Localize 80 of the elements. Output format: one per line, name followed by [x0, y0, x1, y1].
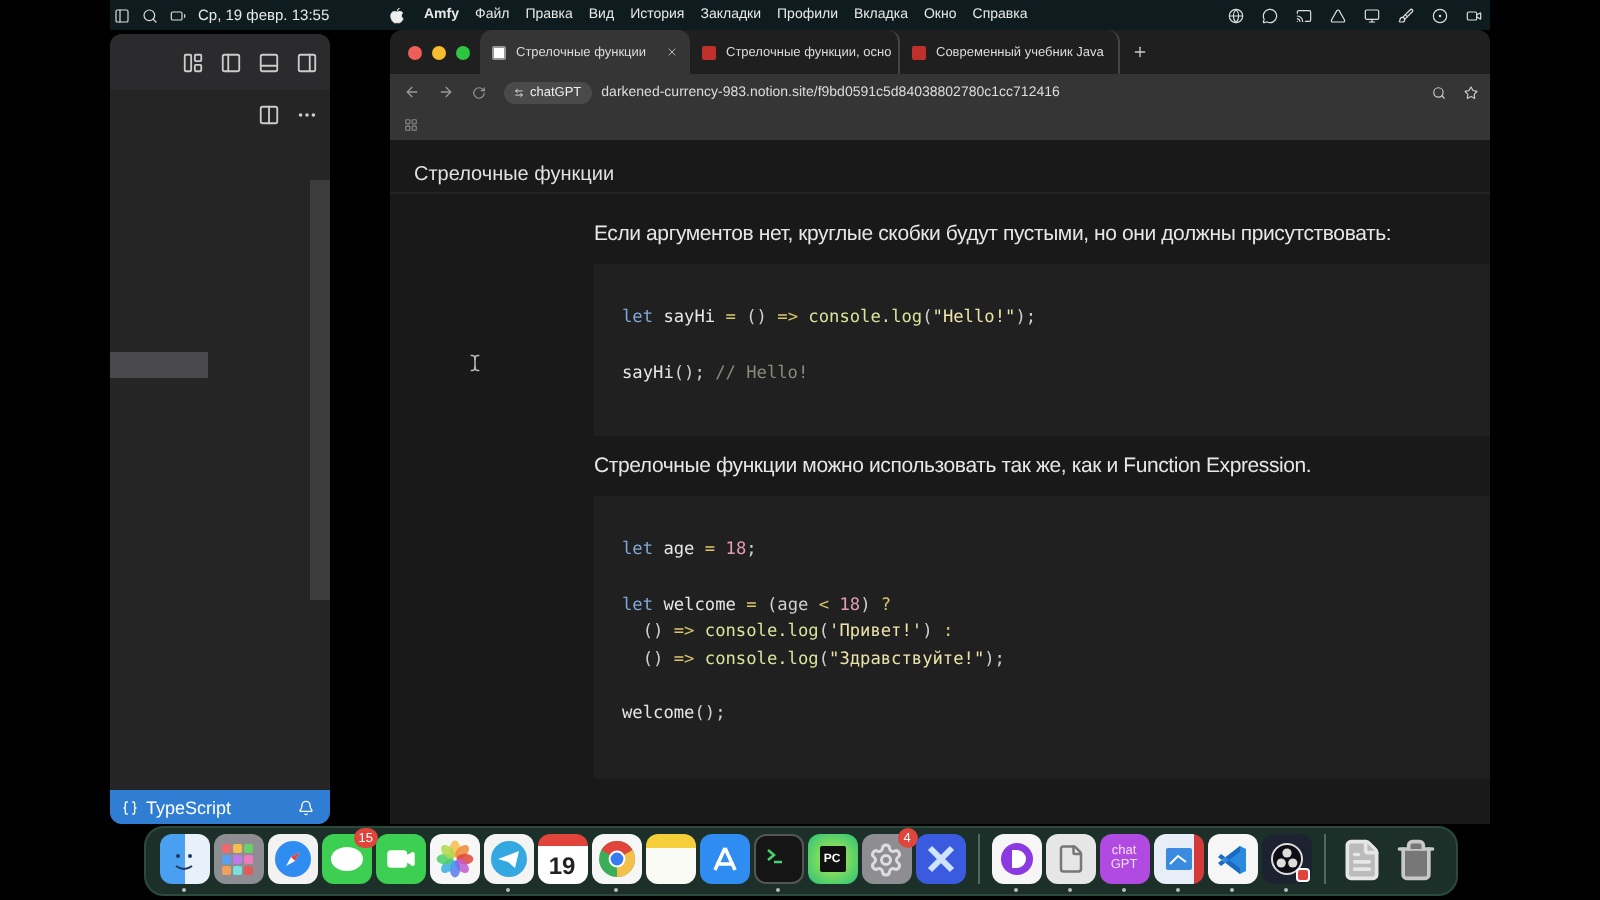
panel-bottom-icon[interactable]: [258, 51, 280, 73]
battery-icon[interactable]: [170, 7, 186, 23]
speech-bubble-icon: [329, 845, 363, 873]
scrollbar[interactable]: [310, 180, 330, 600]
record-indicator: [1295, 868, 1309, 882]
document-icon: [1340, 837, 1384, 881]
letter-a-icon: [709, 844, 739, 874]
panel-right-icon[interactable]: [296, 51, 318, 73]
page-favicon-icon: [492, 45, 506, 59]
maximize-window-button[interactable]: [456, 45, 470, 59]
monitor-icon[interactable]: [1364, 7, 1380, 23]
code-line: let welcome = (age < 18) ?: [622, 593, 894, 619]
site-favicon-icon: [702, 45, 716, 59]
grid-icon: [222, 843, 254, 875]
cross-icon: [925, 844, 955, 874]
apple-logo-icon[interactable]: [390, 7, 404, 23]
circle-icon: [1269, 842, 1303, 876]
dock-app-button[interactable]: [991, 834, 1041, 884]
video-camera-icon[interactable]: [1466, 7, 1482, 23]
dock-app-button[interactable]: [213, 834, 263, 884]
code-line: let age = 18;: [622, 538, 759, 564]
ribbon-icon: [1216, 843, 1248, 875]
ring-icon: [999, 842, 1033, 876]
dock-app-button[interactable]: [375, 834, 425, 884]
paper-plane-icon: [489, 840, 527, 878]
site-favicon-icon: [912, 45, 926, 59]
chat-bubble-icon[interactable]: [1262, 7, 1278, 23]
compass-icon: [273, 840, 311, 878]
file-icon: [1055, 844, 1085, 874]
dock-app-button[interactable]: [915, 834, 965, 884]
panel-left-icon[interactable]: [220, 51, 242, 73]
language-label[interactable]: TypeScript: [146, 797, 232, 817]
screen-share-icon[interactable]: [1296, 7, 1312, 23]
video-camera-icon: [385, 844, 415, 874]
date-tile[interactable]: 19: [537, 834, 587, 884]
text-cursor-icon: [466, 354, 484, 372]
forward-icon[interactable]: [438, 84, 454, 100]
notepad-icon[interactable]: [645, 834, 695, 884]
code-line: sayHi(); // Hello!: [622, 361, 811, 387]
new-tab-icon[interactable]: [1132, 44, 1148, 60]
search-icon[interactable]: [1432, 85, 1446, 99]
ring-icon: [597, 840, 635, 878]
code-line: () => console.log('Привет!') :: [640, 620, 956, 646]
close-window-button[interactable]: [408, 45, 422, 59]
dock-app-button[interactable]: [1261, 834, 1311, 884]
dock-app-button[interactable]: [1045, 834, 1095, 884]
flower-icon: [435, 840, 473, 878]
dock-app-button[interactable]: [159, 834, 209, 884]
trash-icon: [1394, 837, 1438, 881]
dock-app-button[interactable]: [429, 834, 479, 884]
window-icon: [1163, 846, 1193, 872]
triangle-icon[interactable]: [1330, 7, 1346, 23]
bookmark-star-icon[interactable]: [1464, 85, 1478, 99]
bell-icon[interactable]: [298, 799, 314, 815]
code-line: () => console.log("Здравствуйте!");: [640, 647, 1007, 673]
page-title: Стрелочные функции: [414, 164, 615, 186]
circle-dot-icon[interactable]: [1432, 7, 1448, 23]
back-icon[interactable]: [404, 84, 420, 100]
paragraph: Если аргументов нет, круглые скобки будут пустыми, но они должны присутствовать:: [594, 220, 1394, 248]
search-icon[interactable]: [142, 7, 158, 23]
dock-app-button[interactable]: [483, 834, 533, 884]
dock-app-button[interactable]: [1207, 834, 1257, 884]
close-tab-icon[interactable]: [666, 46, 678, 58]
paragraph: Стрелочные функции можно использовать так же, как и Function Expression.: [594, 452, 1314, 480]
braces-icon: [122, 799, 138, 815]
apps-grid-icon[interactable]: [404, 118, 418, 132]
code-line: welcome();: [622, 702, 728, 728]
dock-app-button[interactable]: [1153, 834, 1203, 884]
layout-icon[interactable]: [182, 51, 204, 73]
dock-app-button[interactable]: [699, 834, 749, 884]
brush-icon[interactable]: [1398, 7, 1414, 23]
gear-icon: [868, 841, 904, 877]
globe-icon[interactable]: [1228, 7, 1244, 23]
dock-app-button[interactable]: [267, 834, 317, 884]
swap-arrows-icon: [514, 87, 524, 97]
minimize-window-button[interactable]: [432, 45, 446, 59]
code-line: let sayHi = () => console.log("Hello!");: [622, 306, 1039, 332]
split-editor-icon[interactable]: [258, 104, 280, 126]
reload-icon[interactable]: [472, 85, 486, 99]
dock-app-button[interactable]: [591, 834, 641, 884]
